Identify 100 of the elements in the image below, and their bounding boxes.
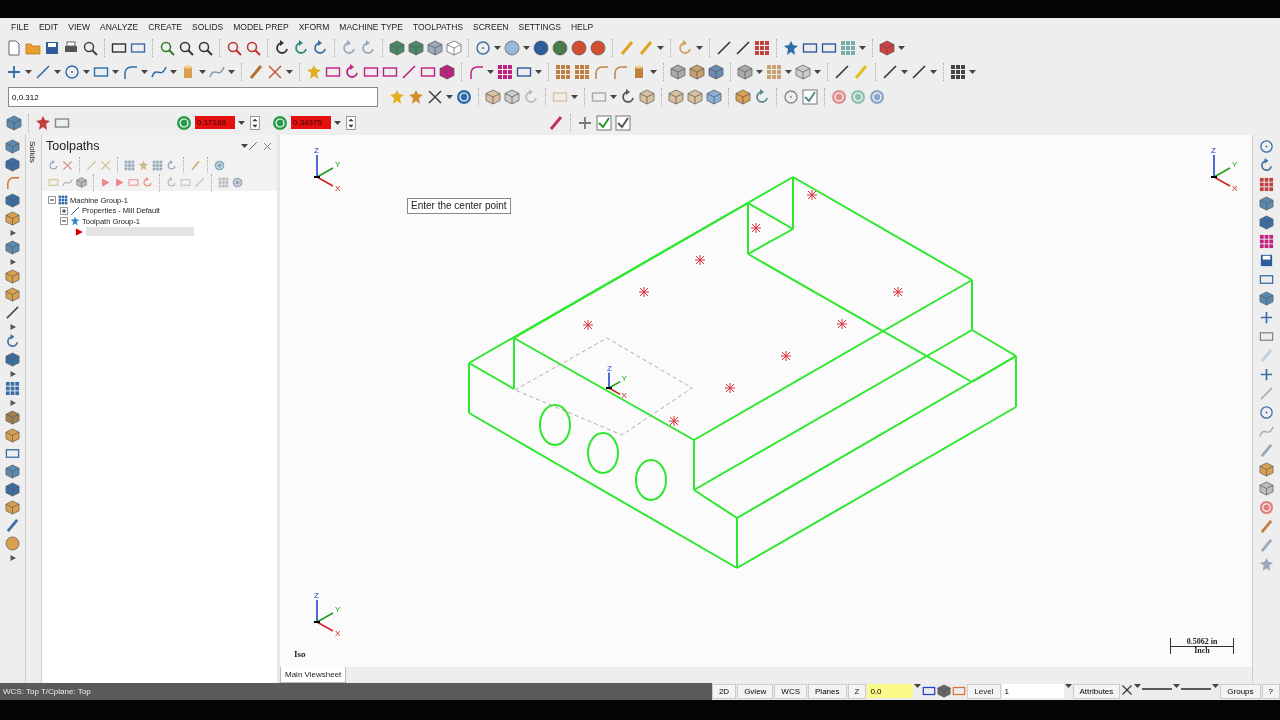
cube-icon[interactable] bbox=[427, 40, 443, 56]
caret-icon[interactable] bbox=[696, 46, 703, 50]
cube-icon[interactable] bbox=[1259, 291, 1274, 306]
cube-icon[interactable] bbox=[937, 684, 952, 698]
cube-icon[interactable] bbox=[708, 64, 724, 80]
cube-icon[interactable] bbox=[639, 89, 655, 105]
menu-item[interactable]: EDIT bbox=[33, 20, 64, 34]
caret-icon[interactable] bbox=[756, 70, 763, 74]
cube-icon[interactable] bbox=[5, 269, 20, 284]
plus-icon[interactable] bbox=[6, 64, 22, 80]
viewsheet-tab[interactable]: Main Viewsheet bbox=[280, 667, 347, 683]
line-icon[interactable] bbox=[716, 40, 732, 56]
grid-icon[interactable] bbox=[497, 64, 513, 80]
line-icon[interactable] bbox=[401, 64, 417, 80]
arc-icon[interactable] bbox=[5, 175, 20, 190]
level-field[interactable]: 1 bbox=[1001, 684, 1064, 698]
circle-icon[interactable] bbox=[1259, 139, 1274, 154]
magnifier-icon[interactable] bbox=[226, 40, 242, 56]
caret-icon[interactable] bbox=[650, 70, 657, 74]
collapse-icon[interactable] bbox=[48, 196, 56, 205]
magnifier-icon[interactable] bbox=[245, 40, 261, 56]
curve-icon[interactable] bbox=[151, 64, 167, 80]
sphere-icon[interactable] bbox=[552, 40, 568, 56]
triangle-icon[interactable] bbox=[8, 399, 17, 407]
rectangle-icon[interactable] bbox=[93, 64, 109, 80]
menu-item[interactable]: SCREEN bbox=[468, 20, 514, 34]
triangle-icon[interactable] bbox=[8, 370, 17, 378]
magnifier-icon[interactable] bbox=[178, 40, 194, 56]
arc-icon[interactable] bbox=[612, 64, 628, 80]
caret-icon[interactable] bbox=[228, 70, 235, 74]
grid-icon[interactable] bbox=[5, 381, 20, 396]
rectangle-icon[interactable] bbox=[821, 40, 837, 56]
command-field[interactable]: 0,0.312 bbox=[8, 87, 378, 107]
spin-icon[interactable] bbox=[344, 115, 358, 130]
line-icon[interactable] bbox=[882, 64, 898, 80]
circle-icon[interactable] bbox=[1259, 405, 1274, 420]
cube-icon[interactable] bbox=[687, 89, 703, 105]
line-icon[interactable] bbox=[735, 40, 751, 56]
pencil-icon[interactable] bbox=[1259, 519, 1274, 534]
cube-icon[interactable] bbox=[1259, 481, 1274, 496]
cross-icon[interactable] bbox=[427, 89, 443, 105]
line-icon[interactable] bbox=[5, 305, 20, 320]
cube-icon[interactable] bbox=[5, 157, 20, 172]
triangle-icon[interactable] bbox=[8, 323, 17, 331]
line-icon[interactable] bbox=[35, 64, 51, 80]
sphere-icon[interactable] bbox=[5, 536, 20, 551]
status-button[interactable]: Planes bbox=[808, 684, 847, 699]
cube-icon[interactable] bbox=[389, 40, 405, 56]
caret-icon[interactable] bbox=[785, 70, 792, 74]
check-icon[interactable] bbox=[615, 114, 631, 131]
menu-item[interactable]: HELP bbox=[566, 20, 599, 34]
magnifier-icon[interactable] bbox=[159, 40, 175, 56]
cube-icon[interactable] bbox=[5, 500, 20, 515]
expand-icon[interactable] bbox=[60, 206, 68, 215]
circle-icon[interactable] bbox=[475, 40, 491, 56]
cube-icon[interactable] bbox=[485, 89, 501, 105]
caret-icon[interactable] bbox=[54, 70, 61, 74]
rectangle-icon[interactable] bbox=[325, 64, 341, 80]
plus-icon[interactable] bbox=[1259, 310, 1274, 325]
arrow-icon[interactable] bbox=[274, 40, 290, 56]
cube-icon[interactable] bbox=[5, 482, 20, 497]
pencil-icon[interactable] bbox=[548, 114, 564, 131]
attributes-button[interactable]: Attributes bbox=[1072, 684, 1121, 699]
spin-icon[interactable] bbox=[248, 115, 262, 130]
help-button[interactable]: ? bbox=[1261, 684, 1280, 699]
triangle-icon[interactable] bbox=[8, 229, 17, 237]
cube-icon[interactable] bbox=[689, 64, 705, 80]
grid-icon[interactable] bbox=[1259, 177, 1274, 192]
caret-icon[interactable] bbox=[446, 95, 453, 99]
menu-item[interactable]: CREATE bbox=[143, 20, 188, 34]
document-icon[interactable] bbox=[6, 40, 22, 56]
cross-icon[interactable] bbox=[1121, 684, 1134, 696]
caret-icon[interactable] bbox=[112, 70, 119, 74]
cube-icon[interactable] bbox=[706, 89, 722, 105]
cube-icon[interactable] bbox=[408, 40, 424, 56]
cube-icon[interactable] bbox=[6, 114, 22, 131]
sphere-icon[interactable] bbox=[571, 40, 587, 56]
menu-item[interactable]: ANALYZE bbox=[95, 20, 144, 34]
cube-icon[interactable] bbox=[879, 40, 895, 56]
line-icon[interactable] bbox=[911, 64, 927, 80]
caret-icon[interactable] bbox=[814, 70, 821, 74]
caret-icon[interactable] bbox=[898, 46, 905, 50]
caret-icon[interactable] bbox=[83, 70, 90, 74]
rectangle-icon[interactable] bbox=[802, 40, 818, 56]
sphere-icon[interactable] bbox=[533, 40, 549, 56]
arrow-icon[interactable] bbox=[620, 89, 636, 105]
circle-icon[interactable] bbox=[64, 64, 80, 80]
arrow-icon[interactable] bbox=[344, 64, 360, 80]
caret-icon[interactable] bbox=[170, 70, 177, 74]
plus-icon[interactable] bbox=[577, 114, 593, 131]
cube-icon[interactable] bbox=[737, 64, 753, 80]
value-field[interactable]: 0.17188 bbox=[195, 116, 235, 129]
caret-icon[interactable] bbox=[969, 70, 976, 74]
rectangle-icon[interactable] bbox=[111, 40, 127, 56]
cube-icon[interactable] bbox=[5, 193, 20, 208]
status-button[interactable]: 2D bbox=[711, 684, 737, 699]
caret-icon[interactable] bbox=[286, 70, 293, 74]
caret-icon[interactable] bbox=[859, 46, 866, 50]
pencil-icon[interactable] bbox=[5, 518, 20, 533]
cube-icon[interactable] bbox=[439, 64, 455, 80]
